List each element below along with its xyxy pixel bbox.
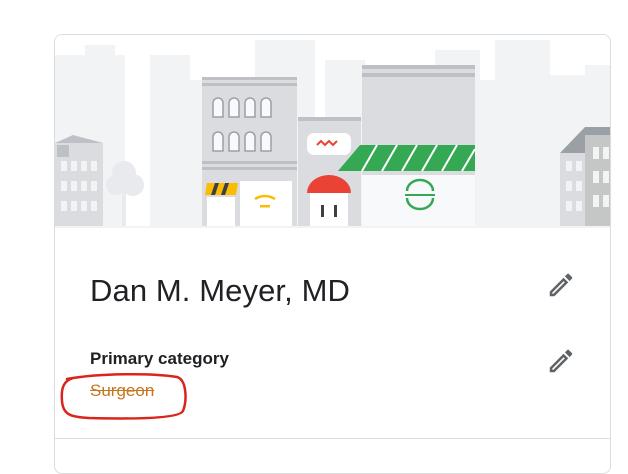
edit-category-pencil-icon[interactable]: [546, 346, 576, 376]
business-profile-card: Dan M. Meyer, MD Primary category Surgeo…: [54, 34, 611, 474]
primary-category-label: Primary category: [90, 349, 229, 368]
business-name: Dan M. Meyer, MD: [90, 273, 350, 308]
storefront-illustration: [55, 35, 610, 228]
edit-name-pencil-icon[interactable]: [546, 270, 576, 300]
red-circle-annotation: [59, 371, 189, 423]
section-divider: [55, 438, 610, 439]
